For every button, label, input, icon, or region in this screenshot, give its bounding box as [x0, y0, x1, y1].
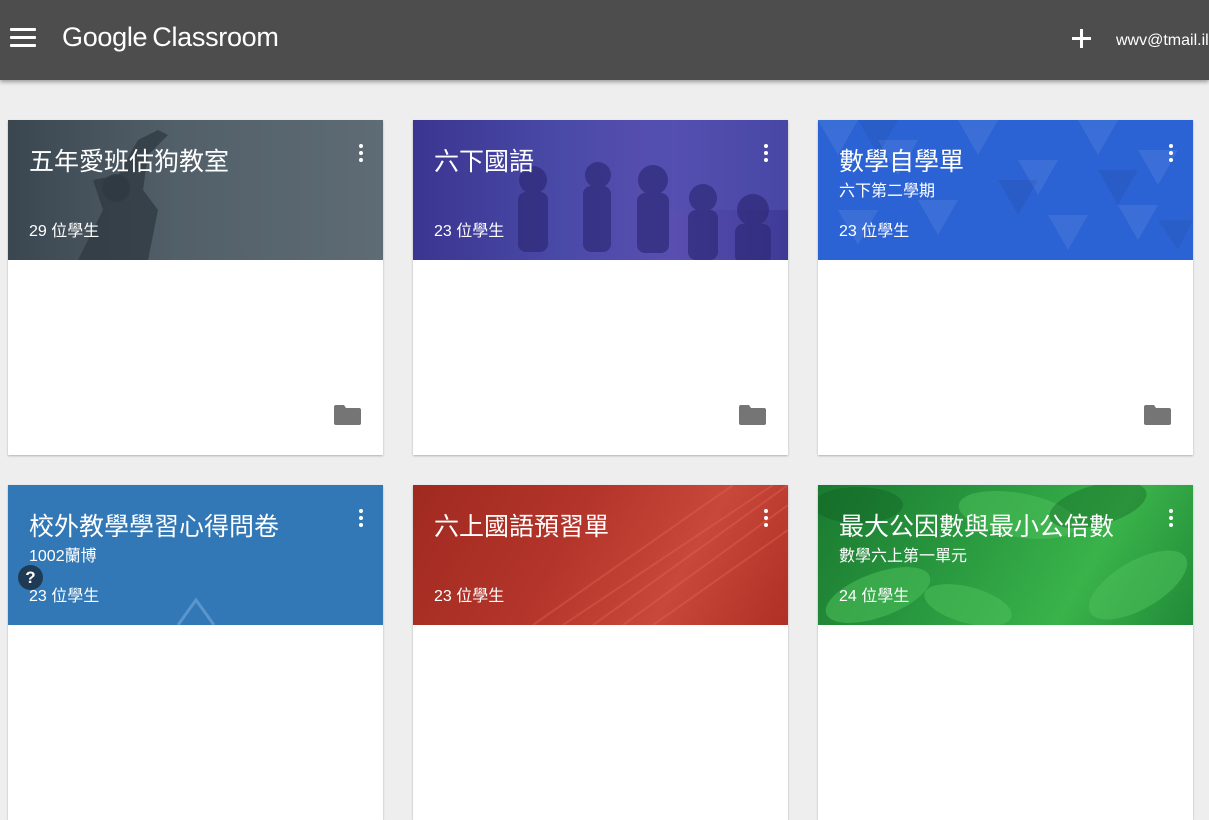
top-app-bar: Google Classroom wwv@tmail.il [0, 0, 1209, 80]
folder-icon[interactable] [334, 405, 361, 425]
class-title[interactable]: 六下國語 [434, 142, 534, 178]
class-card-header[interactable]: 數學自學單 六下第二學期 23 位學生 [818, 120, 1193, 260]
class-card[interactable]: 六上國語預習單 23 位學生 [413, 485, 788, 820]
more-vert-icon[interactable] [761, 144, 771, 166]
app-logo[interactable]: Google Classroom [62, 22, 279, 53]
student-count: 24 位學生 [839, 588, 910, 605]
class-title[interactable]: 校外教學學習心得問卷 [29, 507, 279, 543]
class-title[interactable]: 數學自學單 [839, 142, 964, 178]
student-count: 23 位學生 [434, 223, 505, 240]
add-class-icon[interactable] [1069, 26, 1095, 52]
class-card[interactable]: 校外教學學習心得問卷 1002蘭博 23 位學生 [8, 485, 383, 820]
class-card[interactable]: 六下國語 23 位學生 [413, 120, 788, 455]
more-vert-icon[interactable] [1166, 509, 1176, 531]
class-subtitle: 數學六上第一單元 [839, 548, 968, 565]
brand-google: Google [62, 22, 148, 52]
class-title[interactable]: 五年愛班估狗教室 [29, 142, 229, 178]
class-card[interactable]: 最大公因數與最小公倍數 數學六上第一單元 24 位學生 [818, 485, 1193, 820]
class-card-header[interactable]: 最大公因數與最小公倍數 數學六上第一單元 24 位學生 [818, 485, 1193, 625]
class-card-header[interactable]: 六下國語 23 位學生 [413, 120, 788, 260]
class-card-header[interactable]: 六上國語預習單 23 位學生 [413, 485, 788, 625]
class-card[interactable]: 五年愛班估狗教室 29 位學生 [8, 120, 383, 455]
class-card-header[interactable]: 五年愛班估狗教室 29 位學生 [8, 120, 383, 260]
more-vert-icon[interactable] [1166, 144, 1176, 166]
more-vert-icon[interactable] [356, 509, 366, 531]
menu-icon[interactable] [10, 28, 36, 50]
more-vert-icon[interactable] [356, 144, 366, 166]
brand-classroom: Classroom [152, 22, 279, 52]
folder-icon[interactable] [1144, 405, 1171, 425]
student-count: 23 位學生 [434, 588, 505, 605]
class-title[interactable]: 最大公因數與最小公倍數 [839, 507, 1114, 543]
class-subtitle: 六下第二學期 [839, 183, 936, 200]
student-count: 29 位學生 [29, 223, 100, 240]
help-icon[interactable]: ? [18, 565, 43, 590]
more-vert-icon[interactable] [761, 509, 771, 531]
student-count: 23 位學生 [839, 223, 910, 240]
class-card-header[interactable]: 校外教學學習心得問卷 1002蘭博 23 位學生 [8, 485, 383, 625]
account-email[interactable]: wwv@tmail.il [1116, 32, 1209, 50]
folder-icon[interactable] [739, 405, 766, 425]
class-subtitle: 1002蘭博 [29, 548, 97, 565]
class-title[interactable]: 六上國語預習單 [434, 507, 609, 543]
class-card[interactable]: 數學自學單 六下第二學期 23 位學生 [818, 120, 1193, 455]
